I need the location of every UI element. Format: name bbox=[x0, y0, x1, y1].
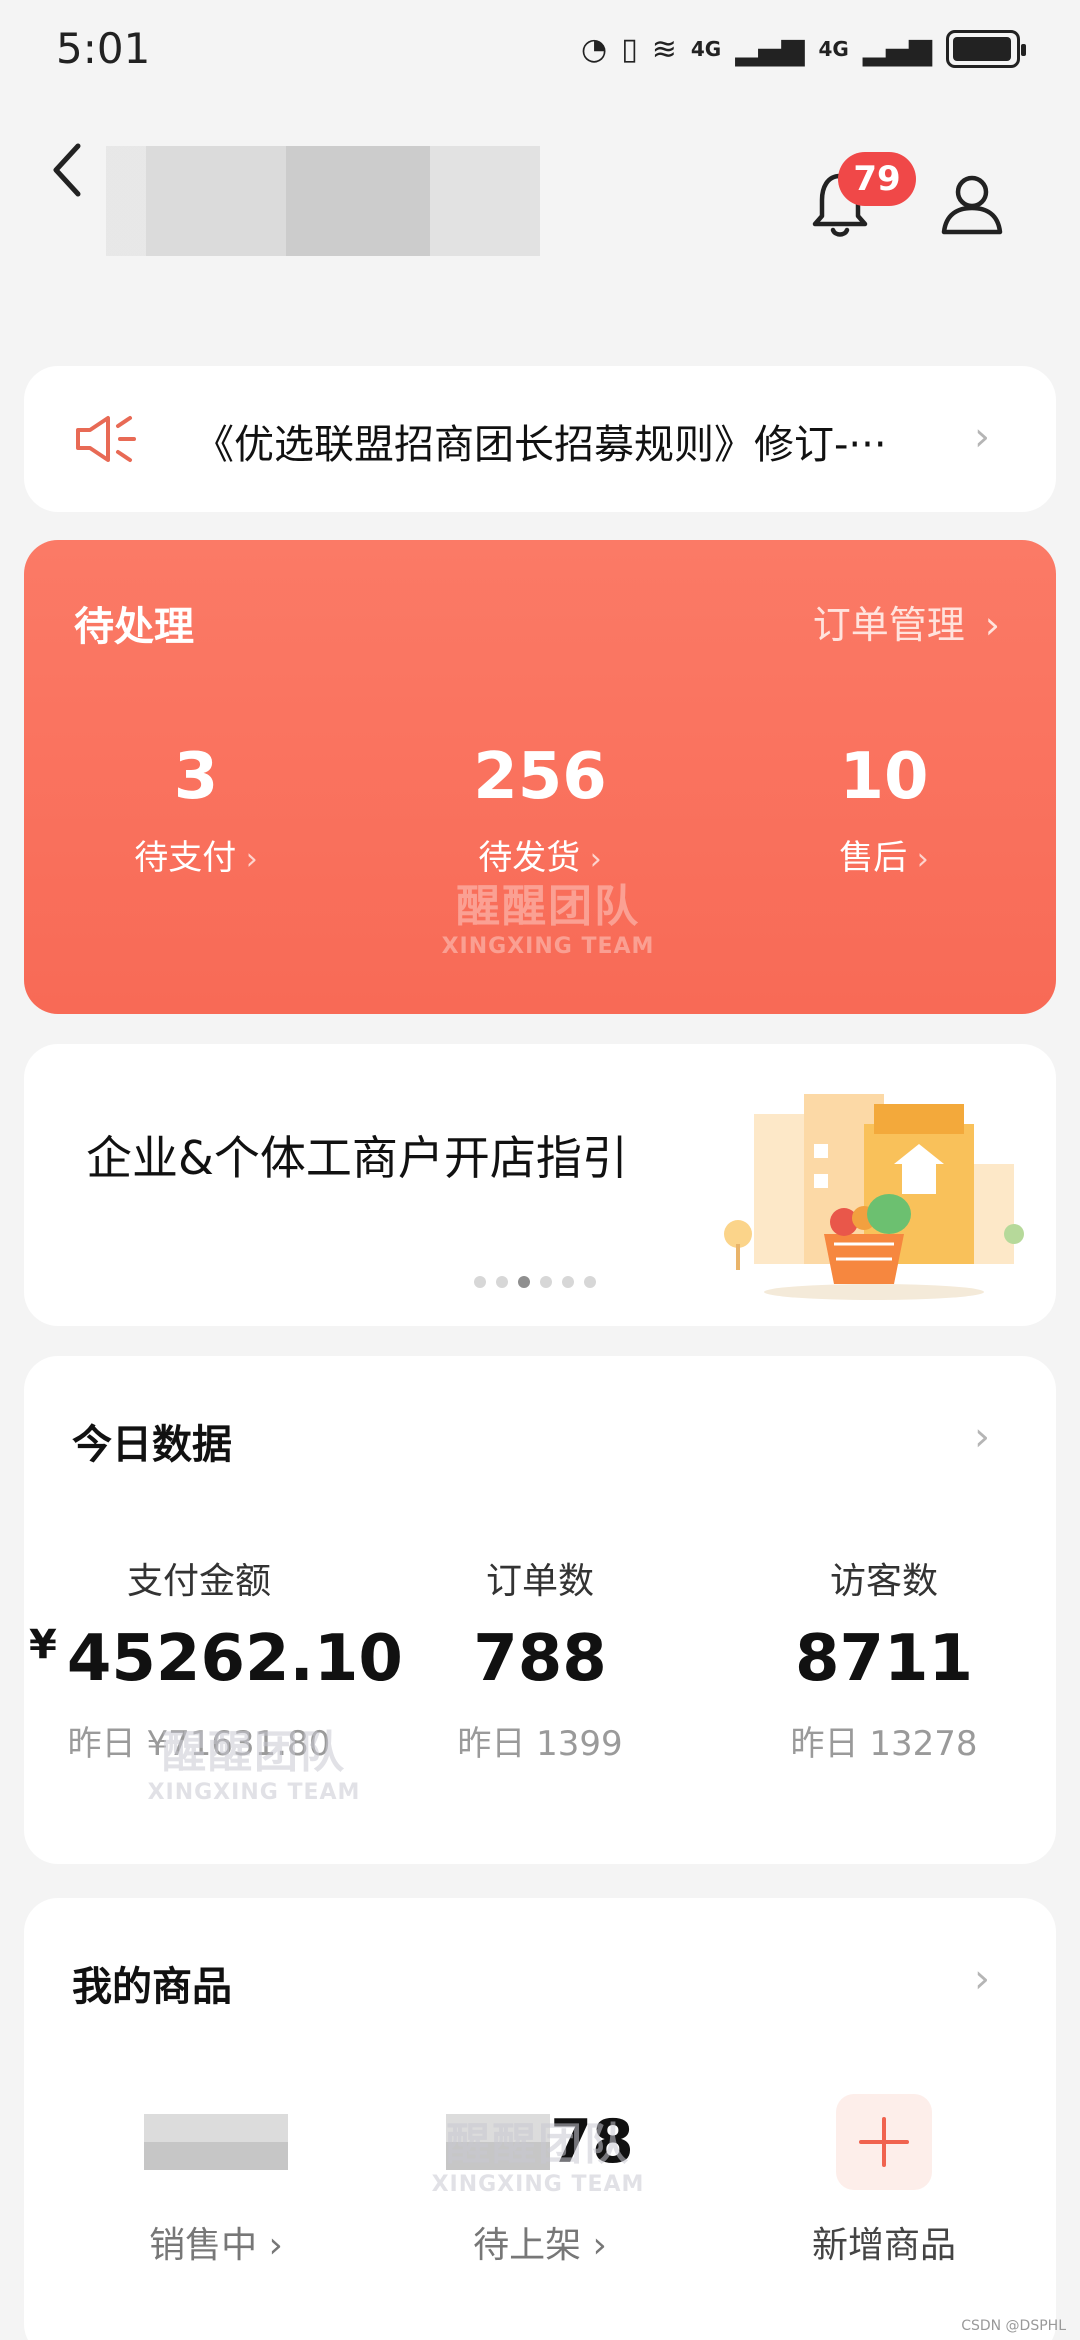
chevron-right-icon: › bbox=[257, 2225, 283, 2266]
product-label: 待上架 › bbox=[473, 2225, 607, 2266]
store-guide-banner[interactable]: 企业&个体工商户开店指引 bbox=[24, 1044, 1056, 1326]
back-arrow-icon bbox=[53, 143, 81, 197]
my-products-card: 我的商品 › 销售中 › 78 待上架 › 新增商品 醒醒团队 XINGXING… bbox=[24, 1898, 1056, 2340]
stat-value: 256 bbox=[473, 740, 607, 814]
order-management-link[interactable]: 订单管理 › bbox=[813, 594, 1000, 649]
watermark: 醒醒团队 XINGXING TEAM bbox=[441, 881, 655, 959]
status-time: 5:01 bbox=[56, 24, 151, 73]
wifi-icon: ≋ bbox=[651, 31, 677, 67]
megaphone-icon bbox=[76, 416, 136, 462]
battery-icon bbox=[946, 30, 1026, 68]
today-data-card[interactable]: 今日数据 › 支付金额 ¥45262.10 昨日 ¥71631.80 订单数 7… bbox=[24, 1356, 1056, 1864]
carousel-dot bbox=[496, 1276, 508, 1288]
credit-watermark: CSDN @DSPHL bbox=[961, 2318, 1066, 2334]
chevron-right-icon: › bbox=[984, 603, 1000, 647]
plus-icon bbox=[859, 2117, 909, 2167]
announcement-text: 《优选联盟招商团长招募规则》修订-··· bbox=[194, 422, 887, 468]
data-value: 788 bbox=[473, 1622, 607, 1696]
product-label: 新增商品 bbox=[811, 2225, 956, 2266]
data-visitor-count: 访客数 8711 昨日 13278 bbox=[714, 1552, 1054, 1765]
watermark: 醒醒团队 XINGXING TEAM bbox=[147, 1727, 361, 1805]
stat-pending-shipment[interactable]: 256 待发货 › bbox=[390, 740, 690, 879]
banner-title: 企业&个体工商户开店指引 bbox=[86, 1131, 628, 1185]
store-name-blurred bbox=[106, 146, 540, 256]
data-yesterday: 昨日 1399 bbox=[457, 1724, 623, 1764]
pending-card: 待处理 订单管理 › 3 待支付 › 256 待发货 › 10 售后 › 醒醒团… bbox=[24, 540, 1056, 1014]
chevron-right-icon: › bbox=[974, 1414, 990, 1460]
today-data-title: 今日数据 bbox=[72, 1422, 232, 1468]
data-value: 8711 bbox=[794, 1622, 974, 1696]
stat-after-sales[interactable]: 10 售后 › bbox=[734, 740, 1034, 879]
carousel-dot bbox=[584, 1276, 596, 1288]
speed-icon: ◔ bbox=[581, 31, 608, 67]
carousel-dot bbox=[474, 1276, 486, 1288]
data-yesterday: 昨日 13278 bbox=[790, 1724, 978, 1764]
data-value: ¥45262.10 bbox=[29, 1622, 403, 1696]
data-order-count: 订单数 788 昨日 1399 bbox=[370, 1552, 710, 1765]
product-label: 销售中 › bbox=[149, 2225, 283, 2266]
signal-4g-label-1: 4G bbox=[690, 37, 722, 61]
user-icon bbox=[941, 175, 1003, 235]
product-on-sale[interactable]: 销售中 › bbox=[56, 2114, 376, 2268]
chevron-right-icon: › bbox=[581, 2225, 607, 2266]
announcement-bar[interactable]: 《优选联盟招商团长招募规则》修订-··· › bbox=[24, 366, 1056, 512]
chevron-right-icon[interactable]: › bbox=[974, 1956, 990, 2002]
stat-value: 3 bbox=[173, 740, 219, 814]
carousel-dot-active bbox=[518, 1276, 530, 1288]
back-button[interactable] bbox=[40, 140, 100, 200]
signal-icon: ▂▄▆ bbox=[735, 31, 805, 67]
order-management-label: 订单管理 bbox=[812, 603, 965, 647]
carousel-dots bbox=[474, 1276, 596, 1288]
carousel-dot bbox=[562, 1276, 574, 1288]
profile-button[interactable] bbox=[940, 172, 1004, 236]
data-label: 订单数 bbox=[485, 1561, 594, 1602]
stat-value: 10 bbox=[839, 740, 929, 814]
status-icons: ◔ ▯ ≋ 4G ▂▄▆ 4G ▂▄▆ bbox=[581, 30, 1026, 68]
carousel-dot bbox=[540, 1276, 552, 1288]
vibrate-icon: ▯ bbox=[621, 31, 638, 67]
add-product-button[interactable]: 新增商品 bbox=[724, 2094, 1044, 2268]
stat-label: 售后 › bbox=[839, 838, 929, 878]
add-icon-box bbox=[836, 2094, 932, 2190]
chevron-right-icon: › bbox=[907, 842, 929, 877]
chevron-right-icon: › bbox=[974, 414, 990, 460]
notification-badge: 79 bbox=[838, 152, 916, 206]
watermark: 醒醒团队 XINGXING TEAM bbox=[431, 2119, 645, 2197]
signal-4g-label-2: 4G bbox=[818, 37, 849, 61]
data-label: 访客数 bbox=[829, 1561, 938, 1602]
blurred-value bbox=[144, 2114, 288, 2170]
status-bar: 5:01 ◔ ▯ ≋ 4G ▂▄▆ 4G ▂▄▆ bbox=[0, 0, 1080, 100]
my-products-title: 我的商品 bbox=[72, 1964, 232, 2010]
stat-label: 待支付 › bbox=[134, 838, 258, 878]
stat-pending-payment[interactable]: 3 待支付 › bbox=[46, 740, 346, 879]
signal-icon-2: ▂▄▆ bbox=[862, 31, 932, 67]
shop-illustration bbox=[724, 1094, 1024, 1300]
pending-title: 待处理 bbox=[74, 604, 194, 650]
data-label: 支付金额 bbox=[126, 1561, 271, 1602]
chevron-right-icon: › bbox=[236, 842, 258, 877]
